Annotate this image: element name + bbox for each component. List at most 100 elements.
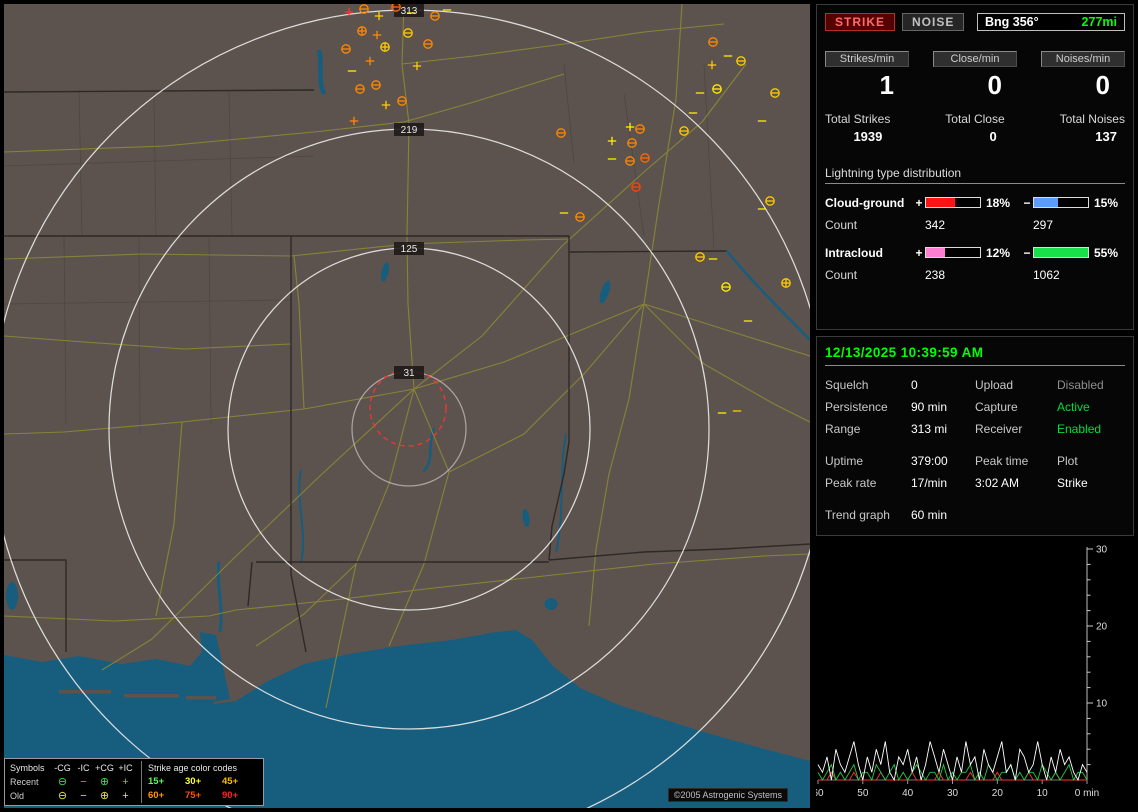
peak-time-value: 3:02 AM <box>975 476 1020 490</box>
cg-positive-count: 342 <box>925 217 946 232</box>
status-grid-1: Squelch 0 Upload Disabled Persistence 90… <box>825 378 1125 436</box>
ring-label-125: 125 <box>401 244 418 255</box>
receiver-value: Enabled <box>1057 422 1102 436</box>
rate-chip-row: Strikes/min Close/min Noises/min <box>825 51 1125 67</box>
legend-recent-label: Recent <box>10 777 39 787</box>
trend-graph-label: Trend graph <box>825 508 890 522</box>
trend-graph-row: Trend graph 60 min <box>825 508 1125 522</box>
noises-per-min-chip: Noises/min <box>1041 51 1125 67</box>
trend-graph-window: 60 min <box>911 508 948 522</box>
ic-name: Intracloud <box>825 245 884 260</box>
legend-symbol-table: Symbols -CG -IC +CG +IC Recent ⊖ − ⊕ + O… <box>10 761 136 803</box>
strikes-per-min-chip: Strikes/min <box>825 51 909 67</box>
ring-label-313: 313 <box>401 6 418 17</box>
peak-rate-value: 17/min <box>911 476 948 490</box>
total-strikes: Total Strikes 1939 <box>825 112 890 144</box>
intracloud-distribution: Intracloud + 12% − 55% Count 238 1062 <box>825 246 1125 282</box>
receiver-label: Receiver <box>975 422 1023 436</box>
noise-indicator-button[interactable]: NOISE <box>902 13 965 31</box>
ring-label-31: 31 <box>403 368 415 379</box>
capture-value: Active <box>1057 400 1090 414</box>
legend-symbols-title: Symbols <box>10 763 45 773</box>
ic-minus-sign: − <box>1023 245 1031 260</box>
squelch-label: Squelch <box>825 378 869 392</box>
legend-col-neg-cg: -CG <box>54 763 71 773</box>
svg-text:60: 60 <box>816 788 824 799</box>
nexstorm-window: 313 219 125 31 Symbols -CG -IC +CG +IC Rece… <box>0 0 1138 812</box>
legend-age-title: Strike age color codes <box>148 763 238 773</box>
cg-negative-pct: 15% <box>1094 195 1119 210</box>
ic-plus-sign: + <box>915 245 923 260</box>
peak-time-label: Peak time <box>975 454 1029 468</box>
cg-positive-bar <box>925 197 981 209</box>
bearing-distance: 277mi <box>1081 15 1117 29</box>
recent-pos-ic-icon: + <box>122 776 129 788</box>
trend-series-lines <box>817 741 1088 782</box>
cloud-ground-distribution: Cloud-ground + 18% − 15% Count 342 297 <box>825 196 1125 232</box>
trend-graph-panel: 10 20 30 60 50 40 30 20 10 0 min <box>812 542 1134 812</box>
legend-age-table: Strike age color codes 15+ 30+ 45+ 60+ 7… <box>141 761 258 803</box>
total-noises: Total Noises 137 <box>1060 112 1125 144</box>
strike-symbol-circle-plus <box>357 26 367 36</box>
age-60: 60+ <box>148 790 165 801</box>
cg-negative-count: 297 <box>1033 217 1054 232</box>
persistence-label: Persistence <box>825 400 888 414</box>
old-neg-ic-icon: − <box>80 790 87 802</box>
legend-old-label: Old <box>10 791 25 801</box>
trend-series-strikes <box>817 741 1088 782</box>
age-75: 75+ <box>185 790 202 801</box>
cg-positive-pct: 18% <box>986 195 1011 210</box>
age-90: 90+ <box>222 790 239 801</box>
plot-value: Strike <box>1057 476 1088 490</box>
total-close-value: 0 <box>989 128 997 144</box>
cg-minus-sign: − <box>1023 195 1031 210</box>
age-45: 45+ <box>222 776 239 787</box>
svg-text:20: 20 <box>992 788 1004 799</box>
cg-plus-sign: + <box>915 195 923 210</box>
cg-count-label: Count <box>825 217 858 232</box>
svg-text:40: 40 <box>902 788 914 799</box>
age-30: 30+ <box>185 776 202 787</box>
upload-value: Disabled <box>1057 378 1104 392</box>
svg-text:0 min: 0 min <box>1075 788 1099 799</box>
svg-text:10: 10 <box>1037 788 1049 799</box>
total-close-label: Total Close <box>945 111 1005 126</box>
trend-graph: 10 20 30 60 50 40 30 20 10 0 min <box>812 545 1108 800</box>
noises-per-min-value: 0 <box>1095 70 1110 100</box>
range-label: Range <box>825 422 861 436</box>
total-strikes-label: Total Strikes <box>825 111 891 126</box>
legend-col-pos-cg: +CG <box>95 763 114 773</box>
totals-row: Total Strikes 1939 Total Close 0 Total N… <box>825 112 1125 144</box>
map-panel[interactable]: 313 219 125 31 Symbols -CG -IC +CG +IC Rece… <box>4 4 810 808</box>
age-15: 15+ <box>148 776 165 787</box>
capture-label: Capture <box>975 400 1018 414</box>
status-panel: 12/13/2025 10:39:59 AM Squelch 0 Upload … <box>816 336 1134 536</box>
rate-value-row: 1 0 0 <box>825 71 1125 100</box>
map-legend: Symbols -CG -IC +CG +IC Recent ⊖ − ⊕ + O… <box>4 758 264 806</box>
strike-indicator-button[interactable]: STRIKE <box>825 13 896 31</box>
ic-negative-count: 1062 <box>1033 267 1060 282</box>
old-pos-cg-icon: ⊕ <box>99 790 110 802</box>
ring-label-219: 219 <box>401 125 418 136</box>
svg-text:30: 30 <box>947 788 959 799</box>
close-per-min-value: 0 <box>987 70 1002 100</box>
ic-count-label: Count <box>825 267 858 282</box>
strike-symbol-circle-plus <box>781 278 791 288</box>
svg-text:50: 50 <box>857 788 869 799</box>
persistence-value: 90 min <box>911 400 948 414</box>
lightning-map[interactable]: 313 219 125 31 <box>4 4 810 808</box>
cg-negative-bar <box>1033 197 1089 209</box>
old-pos-ic-icon: + <box>122 790 129 802</box>
cg-name: Cloud-ground <box>825 195 905 210</box>
total-noises-value: 137 <box>1095 128 1117 144</box>
strikes-per-min-value: 1 <box>879 70 894 100</box>
stats-panel: STRIKE NOISE Bng 356° 277mi Strikes/min … <box>816 4 1134 330</box>
plot-label: Plot <box>1057 454 1078 468</box>
close-per-min-chip: Close/min <box>933 51 1017 67</box>
svg-text:30: 30 <box>1096 545 1108 556</box>
sidebar: STRIKE NOISE Bng 356° 277mi Strikes/min … <box>812 4 1134 808</box>
bearing-value: Bng 356° <box>985 15 1039 29</box>
old-neg-cg-icon: ⊖ <box>57 790 68 802</box>
distribution-title: Lightning type distribution <box>825 166 1125 184</box>
uptime-value: 379:00 <box>911 454 948 468</box>
